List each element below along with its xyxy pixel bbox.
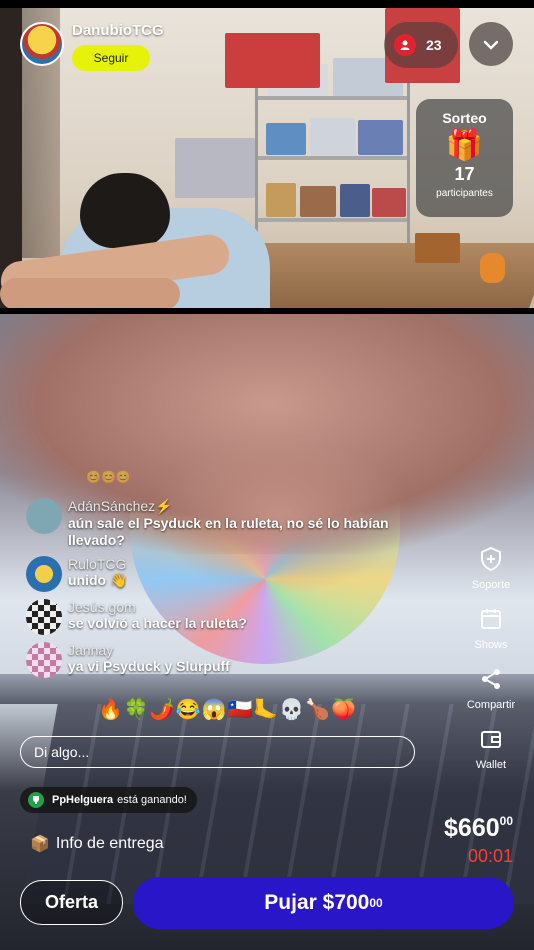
product-box xyxy=(225,33,320,88)
giveaway-title: Sorteo xyxy=(442,110,487,126)
host-header: DanubioTCG Seguir xyxy=(20,22,164,71)
calendar-icon xyxy=(477,605,505,633)
winning-username: PpHelguera xyxy=(52,794,114,806)
avatar[interactable] xyxy=(26,556,62,592)
shows-button[interactable]: Shows xyxy=(455,605,527,651)
faded-emoji-row: 😊😊😊 xyxy=(86,470,131,484)
avatar[interactable] xyxy=(26,498,62,534)
delivery-label: Info de entrega xyxy=(55,835,164,852)
wallet-label: Wallet xyxy=(475,759,507,771)
viewer-count-badge[interactable]: 23 xyxy=(384,22,458,68)
bid-cents: 00 xyxy=(369,896,383,910)
host-name[interactable]: DanubioTCG xyxy=(72,22,164,39)
product-box xyxy=(415,233,460,263)
giveaway-subtitle: participantes xyxy=(436,188,493,199)
price-cents: 00 xyxy=(499,814,513,828)
chat-message: Jannay ya vi Psyduck y Slurpuff xyxy=(26,642,446,678)
package-icon: 📦 xyxy=(30,836,50,853)
viewer-count: 23 xyxy=(426,37,442,53)
chat-username[interactable]: Jannay xyxy=(68,642,230,658)
host-avatar[interactable] xyxy=(20,22,64,66)
share-button[interactable]: Compartir xyxy=(455,665,527,711)
chat-message: RuloTCG unido 👋 xyxy=(26,556,446,592)
shows-label: Shows xyxy=(474,639,508,651)
bid-button[interactable]: Pujar $700 00 xyxy=(133,877,514,929)
avatar[interactable] xyxy=(26,642,62,678)
support-button[interactable]: Soporte xyxy=(455,545,527,591)
current-price: $66000 xyxy=(444,814,513,843)
delivery-info-link[interactable]: 📦 Info de entrega xyxy=(30,834,164,854)
price-main: $660 xyxy=(444,814,500,842)
chat-text: ya vi Psyduck y Slurpuff xyxy=(68,658,230,674)
avatar[interactable] xyxy=(26,599,62,635)
bid-label: Pujar $700 xyxy=(264,891,370,914)
chat-input[interactable]: Di algo... xyxy=(20,736,415,768)
chevron-down-icon xyxy=(483,34,499,55)
collapse-button[interactable] xyxy=(469,22,513,66)
follow-button[interactable]: Seguir xyxy=(72,45,150,71)
chat-text: se volvió a hacer la ruleta? xyxy=(68,615,247,631)
reaction-bar[interactable]: 🔥🍀🌶️😂😱🇨🇱🦶💀🍗🍑 xyxy=(98,697,357,722)
chat-message: Jesús.gom se volvió a hacer la ruleta? xyxy=(26,599,446,635)
person-arm xyxy=(0,278,180,308)
winning-text: está ganando! xyxy=(117,794,187,806)
support-label: Soporte xyxy=(471,579,511,591)
chat-username[interactable]: Jesús.gom xyxy=(68,599,247,615)
winning-bidder-badge: PpHelguera está ganando! xyxy=(20,787,197,813)
figure xyxy=(480,253,505,283)
wallet-icon xyxy=(477,725,505,753)
chat-text: aún sale el Psyduck en la ruleta, no sé … xyxy=(68,515,389,548)
person-icon xyxy=(394,34,416,56)
product-box xyxy=(175,138,255,198)
giveaway-participant-count: 17 xyxy=(454,164,475,184)
chat-username[interactable]: RuloTCG xyxy=(68,556,127,572)
gift-icon: 🎁 xyxy=(445,129,484,162)
share-label: Compartir xyxy=(466,699,516,711)
giveaway-card[interactable]: Sorteo 🎁 17 participantes xyxy=(416,99,513,217)
person-head xyxy=(80,173,170,248)
livestream-screen: DanubioTCG Seguir 23 Sorteo 🎁 17 partici… xyxy=(0,0,534,950)
offer-button[interactable]: Oferta xyxy=(20,880,123,925)
share-icon xyxy=(477,665,505,693)
wallet-button[interactable]: Wallet xyxy=(455,725,527,771)
host-info: DanubioTCG Seguir xyxy=(72,22,164,71)
chat-username[interactable]: AdánSánchez⚡ xyxy=(68,498,418,515)
trophy-icon xyxy=(28,792,44,808)
chat-text: unido 👋 xyxy=(68,572,128,588)
chat-feed: 😊😊😊 AdánSánchez⚡ aún sale el Psyduck en … xyxy=(26,470,446,685)
side-actions: Soporte Shows Compartir Wallet xyxy=(455,545,527,785)
auction-timer: 00:01 xyxy=(467,846,513,866)
support-icon xyxy=(477,545,505,573)
chat-message: AdánSánchez⚡ aún sale el Psyduck en la r… xyxy=(26,498,446,549)
